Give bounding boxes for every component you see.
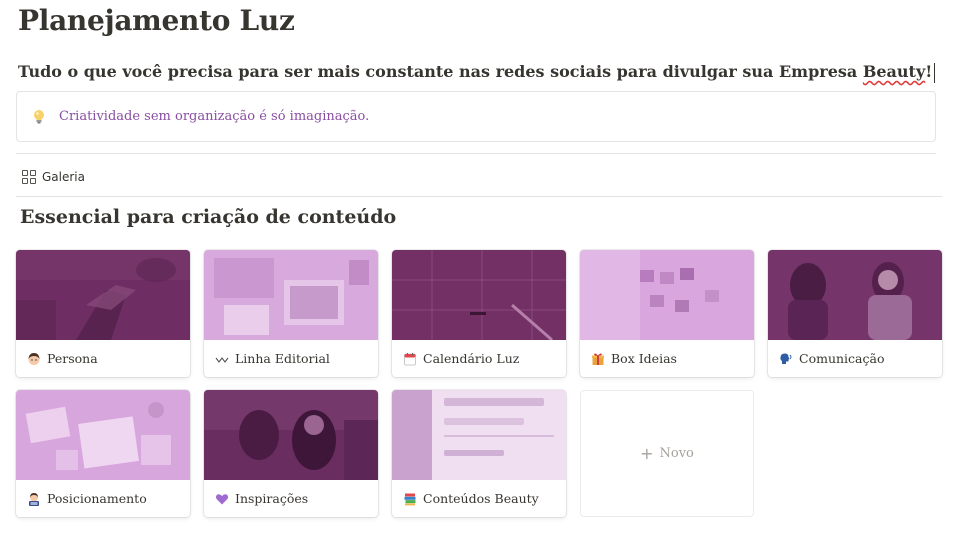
- wave-icon: [215, 352, 229, 366]
- card-title: Calendário Luz: [423, 351, 520, 366]
- woman-technologist-icon: [27, 492, 41, 506]
- speaking-head-icon: [779, 352, 793, 366]
- gallery-grid-icon: [22, 170, 36, 184]
- page-subtitle[interactable]: Tudo o que você precisa para ser mais co…: [18, 62, 936, 83]
- card-footer: Box Ideias: [580, 340, 754, 377]
- section-title: Essencial para criação de conteúdo: [20, 206, 397, 228]
- gallery-card[interactable]: Conteúdos Beauty: [392, 390, 566, 517]
- card-footer: Persona: [16, 340, 190, 377]
- card-title: Linha Editorial: [235, 351, 330, 366]
- gallery-card[interactable]: Posicionamento: [16, 390, 190, 517]
- card-cover-image: [204, 250, 378, 340]
- page-title[interactable]: Planejamento Luz: [18, 4, 295, 37]
- purple-heart-icon: [215, 492, 229, 506]
- card-cover-image: [392, 250, 566, 340]
- card-title: Posicionamento: [47, 491, 147, 506]
- card-cover-image: [16, 390, 190, 480]
- card-cover-image: [580, 250, 754, 340]
- card-footer: Calendário Luz: [392, 340, 566, 377]
- spellcheck-flagged-word[interactable]: Beauty: [863, 62, 925, 81]
- card-cover-image: [16, 250, 190, 340]
- plus-icon: +: [640, 443, 654, 463]
- subtitle-text: Tudo o que você precisa para ser mais co…: [18, 62, 863, 81]
- card-title: Box Ideias: [611, 351, 677, 366]
- card-footer: Inspirações: [204, 480, 378, 517]
- callout-block[interactable]: Criatividade sem organização é só imagin…: [16, 91, 936, 142]
- calendar-icon: [403, 352, 417, 366]
- tab-galeria-label: Galeria: [42, 170, 85, 184]
- gallery-card[interactable]: Calendário Luz: [392, 250, 566, 377]
- card-title: Comunicação: [799, 351, 885, 366]
- card-cover-image: [204, 390, 378, 480]
- new-card-label: Novo: [659, 446, 694, 461]
- subtitle-end: !: [925, 62, 933, 81]
- gallery-card[interactable]: Comunicação: [768, 250, 942, 377]
- card-cover-image: [768, 250, 942, 340]
- card-footer: Comunicação: [768, 340, 942, 377]
- card-title: Persona: [47, 351, 98, 366]
- card-cover-image: [392, 390, 566, 480]
- tab-galeria[interactable]: Galeria: [22, 170, 85, 184]
- divider: [16, 153, 936, 154]
- gift-icon: [591, 352, 605, 366]
- books-icon: [403, 492, 417, 506]
- card-footer: Conteúdos Beauty: [392, 480, 566, 517]
- woman-face-icon: [27, 352, 41, 366]
- lightbulb-icon[interactable]: [31, 109, 47, 125]
- card-title: Conteúdos Beauty: [423, 491, 539, 506]
- callout-text: Criatividade sem organização é só imagin…: [59, 109, 370, 124]
- view-divider: [16, 196, 942, 197]
- card-title: Inspirações: [235, 491, 309, 506]
- gallery-card[interactable]: Box Ideias: [580, 250, 754, 377]
- gallery-card[interactable]: Inspirações: [204, 390, 378, 517]
- gallery-card[interactable]: Linha Editorial: [204, 250, 378, 377]
- new-card-button[interactable]: + Novo: [580, 390, 754, 517]
- gallery-card[interactable]: Persona: [16, 250, 190, 377]
- card-footer: Linha Editorial: [204, 340, 378, 377]
- card-footer: Posicionamento: [16, 480, 190, 517]
- text-cursor: [934, 62, 936, 83]
